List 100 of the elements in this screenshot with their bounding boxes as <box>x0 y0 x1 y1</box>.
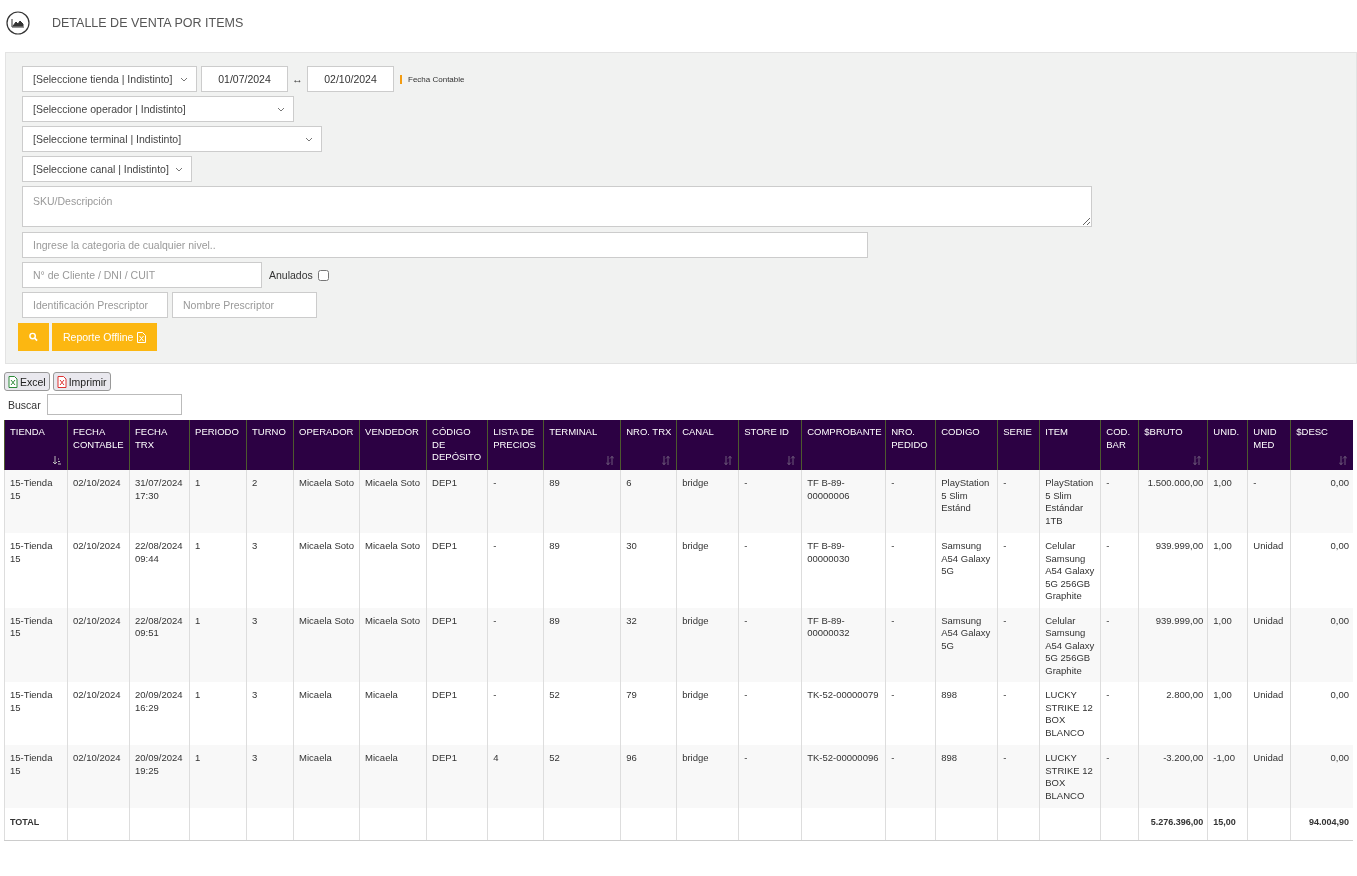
table-cell: 52 <box>543 745 621 808</box>
sort-icon[interactable] <box>787 456 796 465</box>
sort-icon[interactable] <box>724 456 733 465</box>
table-cell: bridge <box>676 533 739 608</box>
caret-icon <box>175 166 183 172</box>
table-cell: Unidad <box>1247 745 1291 808</box>
table-cell: 1 <box>189 745 247 808</box>
spreadsheet-file-icon <box>137 331 147 343</box>
sku-field[interactable]: SKU/Descripción <box>22 186 1092 227</box>
table-cell: DEP1 <box>426 533 488 608</box>
column-header[interactable]: NRO. TRX <box>620 420 677 470</box>
table-cell: - <box>1100 607 1139 682</box>
category-field[interactable]: Ingrese la categoria de cualquier nivel.. <box>22 232 868 258</box>
column-header[interactable]: CANAL <box>676 420 739 470</box>
table-cell: 0,00 <box>1290 745 1353 808</box>
table-cell: 02/10/2024 <box>67 533 130 608</box>
table-cell: 1,00 <box>1207 470 1248 533</box>
sort-icon[interactable] <box>606 456 615 465</box>
sort-descending-icon[interactable] <box>53 456 61 465</box>
column-header: COD. BAR <box>1100 420 1139 470</box>
table-cell: Micaela Soto <box>293 533 360 608</box>
column-header[interactable]: TERMINAL <box>543 420 621 470</box>
table-cell: - <box>1100 745 1139 808</box>
dropdown[interactable]: [Seleccione terminal | Indistinto] <box>22 126 322 152</box>
table-cell: Micaela <box>359 745 427 808</box>
dropdown[interactable]: [Seleccione operador | Indistinto] <box>22 96 294 122</box>
sort-icon[interactable] <box>662 456 671 465</box>
column-header: NRO. PEDIDO <box>885 420 936 470</box>
column-header: UNID MED <box>1247 420 1291 470</box>
excel-export-button[interactable]: Excel <box>4 372 50 391</box>
column-header: LISTA DE PRECIOS <box>487 420 544 470</box>
table-cell: Samsung A54 Galaxy 5G <box>935 607 998 682</box>
column-header[interactable]: STORE ID <box>738 420 802 470</box>
annulled-checkbox[interactable] <box>317 269 329 281</box>
sort-icon[interactable] <box>1339 456 1347 465</box>
column-header: TURNO <box>246 420 294 470</box>
table-cell: 20/09/2024 19:25 <box>129 745 190 808</box>
table-cell: 15-Tienda 15 <box>4 470 68 533</box>
table-cell: - <box>738 607 802 682</box>
table-cell: 1 <box>189 607 247 682</box>
page-title: DETALLE DE VENTA POR ITEMS <box>52 16 244 30</box>
table-cell: PlayStation 5 Slim Estándar 1TB <box>1039 470 1101 533</box>
total-cell: 94.004,90 <box>1290 808 1353 841</box>
table-cell: 6 <box>620 470 677 533</box>
table-cell: 1 <box>189 533 247 608</box>
table-cell: TF B-89-00000030 <box>801 533 886 608</box>
table-cell: 0,00 <box>1290 470 1353 533</box>
table-cell: - <box>1100 470 1139 533</box>
column-header: VENDEDOR <box>359 420 427 470</box>
search-icon <box>29 332 38 342</box>
client-field[interactable]: N° de Cliente / DNI / CUIT <box>22 262 262 288</box>
table-cell: - <box>885 470 936 533</box>
table-cell: 89 <box>543 607 621 682</box>
column-header: PERIODO <box>189 420 247 470</box>
table-cell: 02/10/2024 <box>67 470 130 533</box>
column-header[interactable]: $DESC <box>1290 420 1353 470</box>
table-cell: 22/08/2024 09:44 <box>129 533 190 608</box>
prescriber-id-field[interactable]: Identificación Prescriptor <box>22 292 168 318</box>
date-range-separator: ↔ <box>292 73 303 85</box>
print-button[interactable]: Imprimir <box>52 372 111 391</box>
date-from-field[interactable]: 01/07/2024 <box>201 66 288 92</box>
dropdown[interactable]: [Seleccione tienda | Indistinto] <box>22 66 197 92</box>
prescriber-name-field[interactable]: Nombre Prescriptor <box>172 292 317 318</box>
table-cell: 3 <box>246 607 294 682</box>
table-cell: - <box>885 745 936 808</box>
caret-icon <box>305 136 313 142</box>
table-cell: TK-52-00000096 <box>801 745 886 808</box>
table-cell: - <box>487 607 544 682</box>
search-label: Buscar <box>8 398 41 411</box>
table-cell: - <box>997 745 1040 808</box>
table-cell: Micaela Soto <box>359 607 427 682</box>
table-cell: Micaela <box>293 745 360 808</box>
table-cell: - <box>738 533 802 608</box>
table-cell: 3 <box>246 533 294 608</box>
table-cell: 22/08/2024 09:51 <box>129 607 190 682</box>
table-cell: bridge <box>676 470 739 533</box>
table-cell: 15-Tienda 15 <box>4 745 68 808</box>
date-to-field[interactable]: 02/10/2024 <box>307 66 394 92</box>
table-cell: Unidad <box>1247 533 1291 608</box>
table-cell: 02/10/2024 <box>67 745 130 808</box>
table-cell: - <box>885 533 936 608</box>
column-header[interactable]: $BRUTO <box>1138 420 1208 470</box>
table-cell: 0,00 <box>1290 607 1353 682</box>
table-cell: TF B-89-00000006 <box>801 470 886 533</box>
table-cell: 1,00 <box>1207 533 1248 608</box>
table-cell: Celular Samsung A54 Galaxy 5G 256GB Graphite <box>1039 533 1101 608</box>
table-cell: TF B-89-00000032 <box>801 607 886 682</box>
table-cell: 1 <box>189 470 247 533</box>
search-field[interactable] <box>46 394 182 415</box>
table-cell: Samsung A54 Galaxy 5G <box>935 533 998 608</box>
column-header: FECHA TRX <box>129 420 190 470</box>
table-cell: - <box>997 533 1040 608</box>
table-cell: - <box>487 533 544 608</box>
table-cell: - <box>738 470 802 533</box>
column-header[interactable]: TIENDA <box>4 420 68 470</box>
table-cell: 3 <box>246 745 294 808</box>
dropdown[interactable]: [Seleccione canal | Indistinto] <box>22 156 192 182</box>
sort-icon[interactable] <box>1193 456 1202 465</box>
search-button[interactable] <box>18 323 49 351</box>
table-cell: Micaela Soto <box>359 533 427 608</box>
